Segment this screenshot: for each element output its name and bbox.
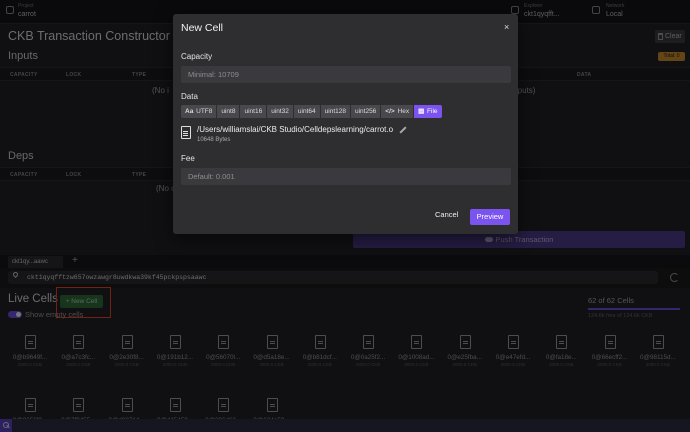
format-uint16-button[interactable]: uint16 xyxy=(240,105,267,118)
fee-input[interactable]: Default: 0.001 xyxy=(181,168,511,185)
format-label: uint8 xyxy=(221,108,236,115)
format-glyph-icon: ▤ xyxy=(418,108,425,115)
format-label: uint16 xyxy=(244,108,263,115)
data-format-selector: Aa UTF8 uint8 uint16 uint32 uint64 uint128 uin… xyxy=(181,105,442,118)
pencil-icon[interactable] xyxy=(399,126,407,134)
format-glyph-icon: </> xyxy=(385,108,395,115)
format-uint256-button[interactable]: uint256 xyxy=(350,105,381,118)
new-cell-modal: New Cell × Capacity Minimal: 10709 Data … xyxy=(173,14,518,234)
format-label: Hex xyxy=(397,108,410,115)
format-uint128-button[interactable]: uint128 xyxy=(320,105,350,118)
format-utf8-button[interactable]: Aa UTF8 xyxy=(181,105,217,118)
format-label: uint32 xyxy=(271,108,289,115)
cancel-button[interactable]: Cancel xyxy=(435,210,458,219)
format-label: uint256 xyxy=(354,108,377,115)
format-uint32-button[interactable]: uint32 xyxy=(267,105,293,118)
format-label: uint128 xyxy=(324,108,346,115)
format-uint8-button[interactable]: uint8 xyxy=(217,105,240,118)
format-uint64-button[interactable]: uint64 xyxy=(293,105,320,118)
data-label: Data xyxy=(181,92,198,101)
file-path: /Users/williamslai/CKB Studio/Celldepsle… xyxy=(197,125,394,134)
file-icon xyxy=(181,126,191,139)
file-size: 10648 Bytes xyxy=(197,137,231,143)
capacity-input[interactable]: Minimal: 10709 xyxy=(181,66,511,83)
close-icon[interactable]: × xyxy=(504,22,509,32)
modal-title: New Cell xyxy=(181,22,224,34)
format-file-button[interactable]: ▤ File xyxy=(414,105,442,118)
format-hex-button[interactable]: </> Hex xyxy=(381,105,414,118)
format-label: uint64 xyxy=(297,108,316,115)
format-label: UTF8 xyxy=(196,108,213,115)
format-label: File xyxy=(427,108,438,115)
fee-label: Fee xyxy=(181,154,195,163)
preview-button[interactable]: Preview xyxy=(470,209,510,225)
format-glyph-icon: Aa xyxy=(185,108,194,115)
capacity-label: Capacity xyxy=(181,52,213,61)
